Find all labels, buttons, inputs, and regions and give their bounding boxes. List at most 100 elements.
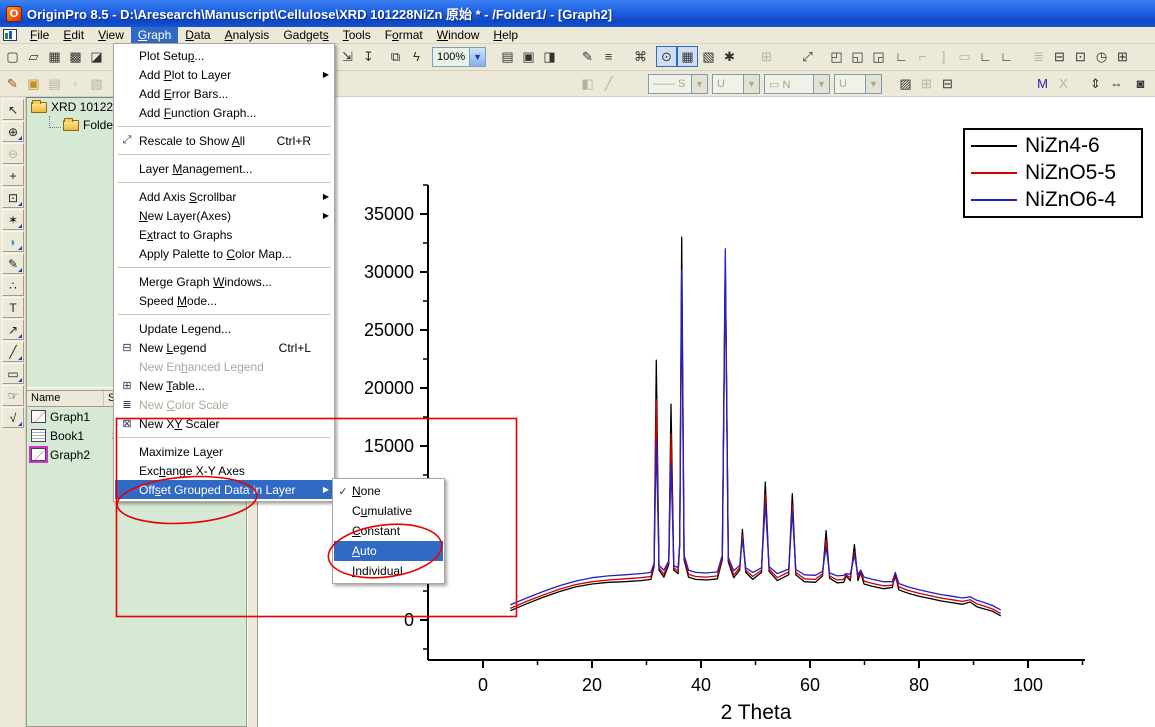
draw-tool-button[interactable]: ✎ [2,73,23,94]
layer-layout-4b-button[interactable]: ◲ [868,46,889,67]
menu-item-new-table[interactable]: ⊞New Table... [115,376,333,395]
draw-data-tool[interactable]: ✎ [2,253,24,274]
dark-tool-button[interactable]: ◙ [1130,73,1151,94]
results-log-button[interactable]: ⊙ [656,46,677,67]
menubar-item-edit[interactable]: Edit [56,27,91,43]
menubar-item-view[interactable]: View [91,27,131,43]
merge-cells-button[interactable]: ⊟ [937,73,958,94]
submenu-item-constant[interactable]: Constant [334,521,443,541]
submenu-item-none[interactable]: ✓None [334,481,443,501]
menubar-item-file[interactable]: File [23,27,56,43]
axis-ticks-in-button[interactable]: ∟ [975,46,996,67]
text-tool[interactable]: T [2,297,24,318]
menubar-item-format[interactable]: Format [378,27,430,43]
legend-bar-button[interactable]: ⊡ [1070,46,1091,67]
export-graph-button[interactable]: ◨ [539,46,560,67]
template-library-button[interactable]: ▣ [23,73,44,94]
rescale-axes-button[interactable]: ⤢ [797,46,818,67]
gears-button[interactable]: ✱ [719,46,740,67]
menubar-item-help[interactable]: Help [486,27,525,43]
axis-left-bottom-button[interactable]: ∟ [891,46,912,67]
add-column-button: ⊞ [756,46,777,67]
layer-layout-4-button[interactable]: ◱ [847,46,868,67]
zoom-in-tool[interactable]: ⊕ [2,121,24,142]
edit-table-button[interactable]: ▧ [698,46,719,67]
pointer-tool[interactable]: ↖ [2,99,24,120]
menu-item-new-xy-scaler[interactable]: ⊠New XY Scaler [115,414,333,433]
mask-tool[interactable]: ◗ [2,231,24,252]
toolbar-group: ◙ [1130,73,1151,94]
menu-item-plot-setup[interactable]: Plot Setup... [115,46,333,65]
menu-item-add-error-bars[interactable]: Add Error Bars... [115,84,333,103]
menu-item-add-function-graph[interactable]: Add Function Graph... [115,103,333,122]
equation-tool[interactable]: √ [2,407,24,428]
new-graph-button[interactable]: ◪ [86,46,107,67]
menubar-item-gadgets[interactable]: Gadgets [276,27,335,43]
menubar-item-tools[interactable]: Tools [336,27,378,43]
chart-legend[interactable]: NiZn4-6NiZnO5-5NiZnO6-4 [963,128,1143,218]
hatch-pattern-button[interactable]: ▨ [895,73,916,94]
menubar-item-graph[interactable]: Graph [131,27,178,43]
menu-item-extract-to-graphs[interactable]: Extract to Graphs [115,225,333,244]
series-nizno6-4[interactable] [510,249,1001,610]
menu-item-speed-mode[interactable]: Speed Mode... [115,291,333,310]
line-tool[interactable]: ╱ [2,341,24,362]
data-selector-tool[interactable]: ✶ [2,209,24,230]
v-spacing-button[interactable]: ⇕ [1085,73,1106,94]
rerun-analysis-button[interactable]: ϟ [406,46,427,67]
dots-tool[interactable]: ∴ [2,275,24,296]
menu-item-exchange-x-y-axes[interactable]: Exchange X-Y Axes [115,461,333,480]
menubar-item-window[interactable]: Window [430,27,487,43]
new-workbook-button[interactable]: ▦ [44,46,65,67]
menu-item-add-plot-to-layer[interactable]: Add Plot to Layer▶ [115,65,333,84]
series-nizno5-5[interactable] [510,267,1001,613]
menu-item-add-axis-scrollbar[interactable]: Add Axis Scrollbar▶ [115,187,333,206]
menubar-item-analysis[interactable]: Analysis [218,27,277,43]
menubar-item-data[interactable]: Data [178,27,217,43]
screen-reader-tool[interactable]: + [2,165,24,186]
menu-item-layer-management[interactable]: Layer Management... [115,159,333,178]
menu-item-maximize-layer[interactable]: Maximize Layer [115,442,333,461]
new-legend-button[interactable]: ⊟ [1049,46,1070,67]
print-preview-button[interactable]: ▣ [518,46,539,67]
list-column-name[interactable]: Name [27,391,104,406]
axis-ticks-out-button[interactable]: ∟ [996,46,1017,67]
underline-combo-2: U▼ [834,74,882,94]
submenu-item-individual[interactable]: Individual [334,561,443,581]
menu-item-update-legend[interactable]: Update Legend... [115,319,333,338]
chevron-down-icon: ▼ [813,75,829,93]
menu-item-merge-graph-windows[interactable]: Merge Graph Windows... [115,272,333,291]
submenu-item-label: Auto [352,544,439,558]
print-button[interactable]: ▤ [497,46,518,67]
region-reader-tool[interactable]: ⊡ [2,187,24,208]
menu-item-new-layer-axes[interactable]: New Layer(Axes)▶ [115,206,333,225]
dual-panel-button[interactable]: ≡ [598,46,619,67]
project-explorer-button[interactable]: ⌘ [630,46,651,67]
layer-layout-1-button[interactable]: ◰ [826,46,847,67]
chevron-down-icon[interactable]: ▼ [469,48,485,66]
open-project-button[interactable]: ▱ [23,46,44,67]
submenu-item-auto[interactable]: Auto [334,541,443,561]
pan-tool[interactable]: ☞ [2,385,24,406]
duplicate-window-button[interactable]: ⧉ [385,46,406,67]
date-time-button[interactable]: ◷ [1091,46,1112,67]
graph-window-icon[interactable] [3,29,17,41]
arrow-tool[interactable]: ↗ [2,319,24,340]
series-nizn4-6[interactable] [510,237,1001,616]
new-table-button[interactable]: ⊞ [1112,46,1133,67]
new-project-button[interactable]: ▢ [2,46,23,67]
import-single-button[interactable]: ↧ [358,46,379,67]
import-wizard-button[interactable]: ⇲ [337,46,358,67]
submenu-item-cumulative[interactable]: Cumulative [334,501,443,521]
rectangle-tool[interactable]: ▭ [2,363,24,384]
edit-pencil-button[interactable]: ✎ [577,46,598,67]
menu-item-new-legend[interactable]: ⊟New LegendCtrl+L [115,338,333,357]
zoom-level-combo[interactable]: 100%▼ [432,47,486,67]
new-matrix-button[interactable]: ▩ [65,46,86,67]
h-spacing-button[interactable]: ⇔ [1106,73,1127,94]
menu-item-rescale-to-show-all[interactable]: ⤢Rescale to Show AllCtrl+R [115,131,333,150]
workspace-grid-button[interactable]: ▦ [677,46,698,67]
menu-item-offset-grouped-data-in-layer[interactable]: Offset Grouped Data in Layer▶ [115,480,333,499]
menu-item-apply-palette-to-color-map[interactable]: Apply Palette to Color Map... [115,244,333,263]
master-items-button[interactable]: M [1032,73,1053,94]
